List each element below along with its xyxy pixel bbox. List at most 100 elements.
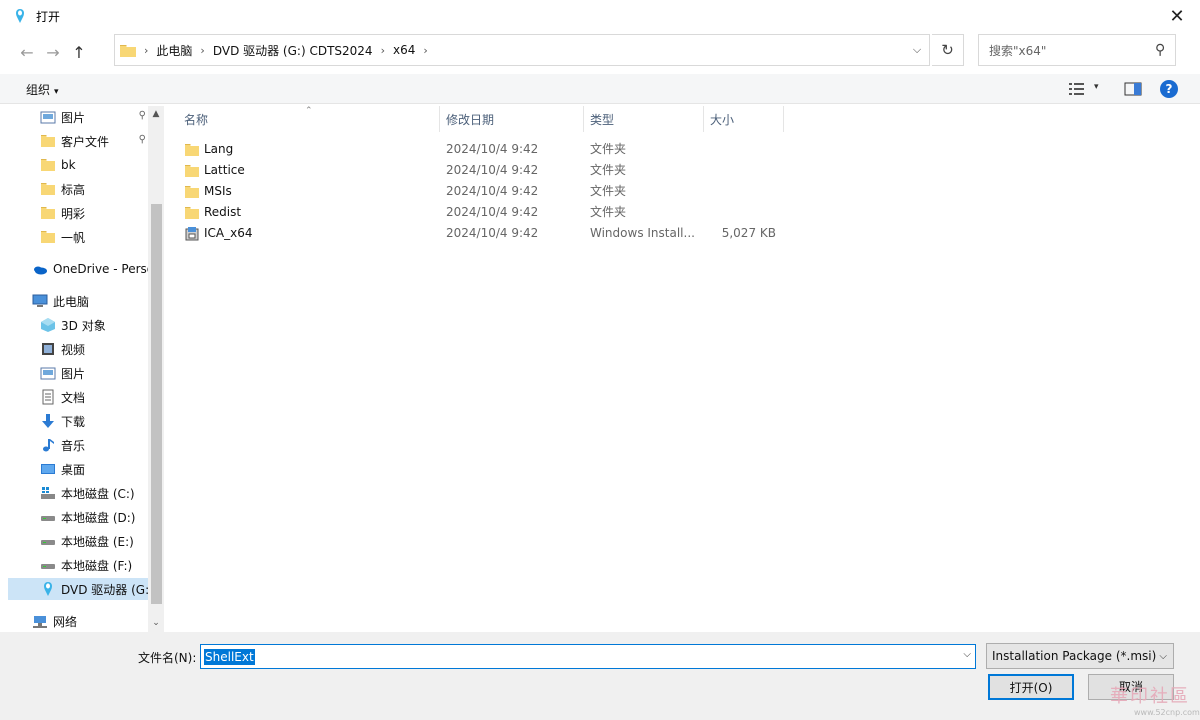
file-date: 2024/10/4 9:42 — [446, 184, 539, 198]
sidebar-item-label: 图片 — [61, 110, 86, 125]
breadcrumb-separator: › — [144, 43, 149, 57]
folder-icon — [41, 207, 55, 219]
sidebar-item[interactable]: DVD 驱动器 (G: — [8, 578, 148, 600]
open-button[interactable]: 打开(O) — [988, 674, 1074, 700]
breadcrumb-this-pc[interactable]: 此电脑 — [156, 42, 192, 59]
view-options-icon[interactable] — [1068, 81, 1086, 97]
sidebar-item[interactable]: 图片 ⚲ — [8, 106, 148, 128]
title-bar: 打开 ✕ — [0, 0, 1200, 32]
breadcrumb-separator[interactable]: › — [200, 44, 204, 57]
sidebar-item-label: 本地磁盘 (D:) — [61, 510, 136, 525]
scroll-up-button[interactable]: ▲ — [148, 106, 164, 122]
view-dropdown-icon[interactable]: ▾ — [1094, 82, 1099, 92]
sidebar-item[interactable]: 客户文件 ⚲ — [8, 130, 148, 152]
sidebar-item-label: 本地磁盘 (F:) — [61, 558, 133, 573]
breadcrumb-separator[interactable]: › — [423, 44, 427, 57]
drive-icon — [41, 564, 55, 569]
sidebar-item[interactable]: 桌面 — [8, 458, 148, 480]
sidebar-item[interactable]: 文档 — [8, 386, 148, 408]
sidebar-item[interactable]: 音乐 — [8, 434, 148, 456]
sort-ascending-icon: ⌃ — [305, 106, 313, 116]
sidebar-item[interactable]: 本地磁盘 (E:) — [8, 530, 148, 552]
filename-value[interactable]: ShellExt — [204, 649, 255, 665]
sidebar-item[interactable]: 视频 — [8, 338, 148, 360]
pictures-icon — [40, 367, 56, 380]
preview-pane-icon[interactable] — [1124, 82, 1142, 96]
back-button[interactable]: ← — [14, 39, 40, 65]
folder-icon — [120, 44, 136, 57]
system-drive-icon — [41, 487, 55, 499]
sidebar-item-label: 本地磁盘 (E:) — [61, 534, 134, 549]
desktop-icon — [41, 464, 55, 474]
search-icon[interactable]: ⚲ — [1155, 42, 1175, 58]
sidebar-item[interactable]: 网络 — [8, 610, 148, 632]
3d-objects-icon — [41, 318, 55, 332]
sidebar-item[interactable]: 本地磁盘 (C:) — [8, 482, 148, 504]
sidebar-item-label: 一帆 — [61, 230, 86, 245]
file-list[interactable]: 名称 ⌃ 修改日期 类型 大小 Lang 2024/10/4 9:42 文件夹 Lat… — [166, 106, 1200, 632]
column-header-size[interactable]: 大小 — [704, 106, 784, 132]
watermark-url: www.52cnp.com — [1134, 708, 1200, 717]
file-row[interactable]: MSIs 2024/10/4 9:42 文件夹 — [182, 181, 782, 202]
watermark-logo: 華印社區 — [1110, 686, 1190, 707]
sidebar-item-label: 桌面 — [61, 462, 86, 477]
breadcrumb-dvd-drive[interactable]: DVD 驱动器 (G:) CDTS2024 — [213, 42, 373, 59]
column-header-type[interactable]: 类型 — [584, 106, 704, 132]
help-icon[interactable]: ? — [1160, 80, 1178, 98]
sidebar-item[interactable]: 本地磁盘 (F:) — [8, 554, 148, 576]
filename-input[interactable]: ShellExt ⌵ — [200, 644, 976, 669]
close-button[interactable]: ✕ — [1154, 0, 1200, 32]
filename-dropdown[interactable]: ⌵ — [963, 649, 971, 660]
file-type-value: Installation Package (*.msi) — [992, 649, 1157, 663]
file-date: 2024/10/4 9:42 — [446, 142, 539, 156]
file-name-text: MSIs — [204, 184, 232, 198]
file-type: 文件夹 — [590, 142, 627, 156]
file-size — [710, 202, 776, 223]
sidebar-item[interactable]: 一帆 — [8, 226, 148, 248]
organize-button[interactable]: 组织 ▾ — [26, 81, 59, 98]
column-header-date[interactable]: 修改日期 — [440, 106, 584, 132]
address-bar[interactable]: › 此电脑 › DVD 驱动器 (G:) CDTS2024 › x64 › ⌵ — [114, 34, 930, 66]
onedrive-icon — [34, 266, 47, 275]
up-button[interactable]: ↑ — [66, 39, 92, 65]
sidebar-item[interactable]: 明彩 — [8, 202, 148, 224]
sidebar-item[interactable]: 标高 — [8, 178, 148, 200]
sidebar-item[interactable]: OneDrive - Perso — [8, 258, 148, 280]
file-name: ICA_x64 — [184, 223, 253, 244]
sidebar-item[interactable]: bk — [8, 154, 148, 176]
sidebar-item-label: 此电脑 — [53, 294, 90, 309]
drive-icon — [41, 540, 55, 545]
sidebar-item[interactable]: 3D 对象 — [8, 314, 148, 336]
sidebar-item[interactable]: 图片 — [8, 362, 148, 384]
search-input[interactable]: 搜索"x64" — [989, 42, 1155, 59]
breadcrumb-separator[interactable]: › — [381, 44, 385, 57]
file-row[interactable]: Lang 2024/10/4 9:42 文件夹 — [182, 139, 782, 160]
file-size: 5,027 KB — [721, 226, 776, 240]
address-history-dropdown[interactable]: ⌵ — [909, 41, 925, 59]
file-date: 2024/10/4 9:42 — [446, 163, 539, 177]
sidebar-item-label: 视频 — [61, 342, 86, 357]
pin-icon: ⚲ — [138, 110, 146, 121]
navigation-pane[interactable]: 图片 ⚲ 客户文件 ⚲ bk 标高 明彩 一帆 OneDrive - Perso 此电脑 3D 对象… — [8, 106, 164, 632]
file-name: Redist — [184, 202, 241, 223]
file-row[interactable]: Lattice 2024/10/4 9:42 文件夹 — [182, 160, 782, 181]
file-type-select[interactable]: Installation Package (*.msi) ⌵ — [986, 643, 1174, 669]
file-row[interactable]: ICA_x64 2024/10/4 9:42 Windows Install... 5… — [182, 223, 782, 244]
refresh-button[interactable]: ↻ — [932, 34, 964, 66]
scroll-down-button[interactable]: ⌄ — [148, 615, 164, 631]
file-row[interactable]: Redist 2024/10/4 9:42 文件夹 — [182, 202, 782, 223]
breadcrumb-x64[interactable]: x64 — [393, 43, 415, 57]
music-icon — [43, 439, 54, 452]
folder-icon — [41, 135, 55, 147]
file-name-text: ICA_x64 — [204, 226, 253, 240]
folder-icon — [185, 185, 199, 198]
sidebar-item-label: 文档 — [61, 390, 86, 405]
sidebar-item[interactable]: 下载 — [8, 410, 148, 432]
download-icon — [42, 414, 54, 428]
forward-button[interactable]: → — [40, 39, 66, 65]
sidebar-item[interactable]: 此电脑 — [8, 290, 148, 312]
search-box[interactable]: 搜索"x64" ⚲ — [978, 34, 1176, 66]
nav-scroll-thumb[interactable] — [151, 204, 162, 604]
sidebar-item-label: 客户文件 — [61, 134, 110, 149]
sidebar-item[interactable]: 本地磁盘 (D:) — [8, 506, 148, 528]
